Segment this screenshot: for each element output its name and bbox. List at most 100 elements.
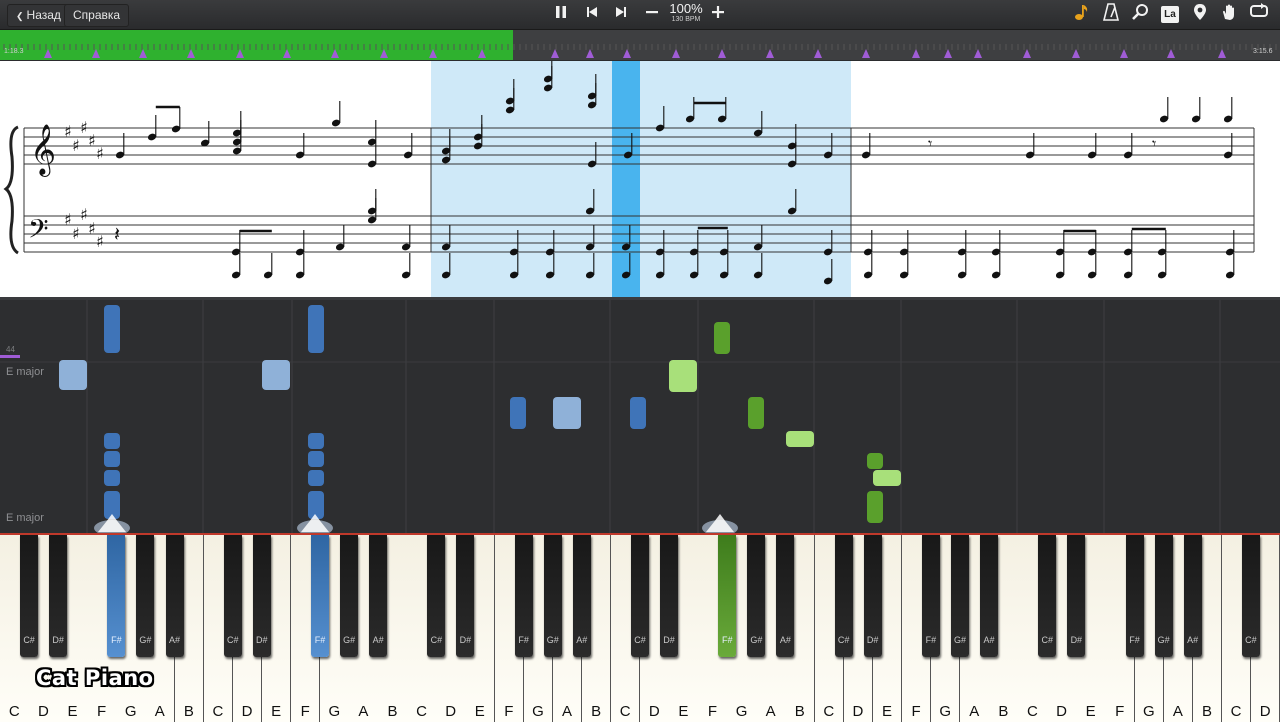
black-key[interactable]: D# bbox=[1067, 535, 1086, 657]
black-key[interactable]: C# bbox=[1038, 535, 1057, 657]
note-icon[interactable] bbox=[1070, 3, 1094, 26]
black-key[interactable]: F# bbox=[921, 535, 940, 657]
black-key-label: G# bbox=[750, 635, 763, 645]
marker-icon[interactable] bbox=[1188, 3, 1212, 26]
black-key-label: G# bbox=[546, 635, 559, 645]
white-key-label: E bbox=[678, 703, 689, 720]
black-key[interactable]: C# bbox=[1241, 535, 1260, 657]
white-key-label: E bbox=[881, 703, 892, 720]
falling-note bbox=[873, 470, 901, 486]
black-key[interactable]: A# bbox=[369, 535, 388, 657]
black-key[interactable]: F# bbox=[1125, 535, 1144, 657]
zoom-out-icon[interactable] bbox=[640, 3, 664, 26]
black-key-label: C# bbox=[226, 635, 239, 645]
white-key-label: C bbox=[416, 703, 427, 720]
black-key[interactable]: A# bbox=[776, 535, 795, 657]
white-key-label: C bbox=[619, 703, 631, 720]
back-button[interactable]: ❮ Назад bbox=[7, 4, 70, 27]
skip-forward-icon[interactable] bbox=[609, 3, 633, 26]
treble-clef-icon: 𝄞 bbox=[30, 124, 56, 177]
measure-number: 44 bbox=[6, 345, 15, 354]
white-key-label: E bbox=[271, 703, 282, 720]
falling-note bbox=[669, 360, 697, 392]
black-key[interactable]: G# bbox=[340, 535, 359, 657]
black-key-label: A# bbox=[576, 635, 588, 645]
black-key[interactable]: F# bbox=[718, 535, 737, 657]
black-key[interactable]: A# bbox=[1183, 535, 1202, 657]
black-key[interactable]: G# bbox=[1154, 535, 1173, 657]
white-key-label: G bbox=[328, 703, 341, 720]
black-key[interactable]: G# bbox=[543, 535, 562, 657]
white-key-label: A bbox=[1172, 703, 1183, 720]
black-key[interactable]: A# bbox=[980, 535, 999, 657]
falling-note bbox=[714, 322, 730, 354]
black-key[interactable]: C# bbox=[223, 535, 242, 657]
white-key-label: B bbox=[1201, 703, 1212, 720]
falling-note bbox=[104, 305, 120, 353]
black-key[interactable]: F# bbox=[310, 535, 329, 657]
sheet-music[interactable]: 𝄞 𝄢 ♯ ♯ ♯ ♯ ♯ ♯ ♯ ♯ ♯ ♯ 𝄽 𝄾 𝄾 bbox=[0, 57, 1280, 297]
zoom-value: 100% bbox=[669, 1, 703, 16]
black-key[interactable]: D# bbox=[456, 535, 475, 657]
magnifier-icon[interactable] bbox=[1128, 3, 1152, 26]
help-button[interactable]: Справка bbox=[64, 4, 130, 27]
black-key-label: C# bbox=[1245, 635, 1257, 645]
pause-icon[interactable] bbox=[549, 3, 573, 26]
black-key[interactable]: A# bbox=[165, 535, 184, 657]
white-key-label: C bbox=[1230, 703, 1242, 720]
falling-note bbox=[630, 397, 646, 429]
black-key-label: G# bbox=[1157, 635, 1170, 645]
skip-back-icon[interactable] bbox=[580, 3, 604, 26]
falling-note bbox=[553, 397, 581, 429]
black-key[interactable]: C# bbox=[427, 535, 446, 657]
falling-note bbox=[308, 470, 324, 486]
black-key[interactable]: D# bbox=[660, 535, 679, 657]
white-key-label: G bbox=[939, 703, 951, 720]
black-key[interactable]: F# bbox=[107, 535, 126, 657]
black-key-label: C# bbox=[634, 635, 646, 645]
white-key-label: B bbox=[591, 703, 602, 720]
piano-keyboard[interactable]: CDEFGABCDEFGABCDEFGABCDEFGABCDEFGABCDEFG… bbox=[0, 533, 1280, 722]
note-label-icon[interactable]: La bbox=[1158, 3, 1182, 26]
black-key-label: D# bbox=[256, 635, 268, 645]
metronome-icon[interactable] bbox=[1099, 3, 1123, 26]
white-key-label: B bbox=[998, 703, 1009, 720]
zoom-in-icon[interactable] bbox=[706, 3, 730, 26]
timeline-bar[interactable]: 1:18.3 3:15.6 bbox=[0, 30, 1280, 60]
black-key-label: F# bbox=[721, 635, 733, 645]
black-key-label: D# bbox=[866, 635, 879, 645]
key-label-bottom: E major bbox=[6, 512, 44, 524]
white-key-label: A bbox=[154, 703, 165, 720]
help-label: Справка bbox=[73, 8, 121, 22]
black-key[interactable]: C# bbox=[20, 535, 39, 657]
black-key[interactable]: D# bbox=[863, 535, 882, 657]
black-key[interactable]: G# bbox=[950, 535, 969, 657]
timeline-track[interactable] bbox=[0, 30, 1280, 60]
black-key[interactable]: D# bbox=[49, 535, 68, 657]
black-key[interactable]: F# bbox=[514, 535, 533, 657]
black-key-label: D# bbox=[52, 635, 64, 645]
white-key-label: A bbox=[358, 703, 369, 720]
brace bbox=[3, 125, 19, 255]
black-key[interactable]: G# bbox=[136, 535, 155, 657]
falling-note bbox=[104, 433, 120, 449]
loop-icon[interactable] bbox=[1247, 3, 1271, 26]
svg-text:♯: ♯ bbox=[96, 144, 104, 163]
svg-text:♯: ♯ bbox=[88, 219, 96, 238]
black-key-label: G# bbox=[953, 635, 966, 645]
black-key[interactable]: G# bbox=[747, 535, 766, 657]
black-key[interactable]: C# bbox=[630, 535, 649, 657]
white-key-label: D bbox=[852, 703, 864, 720]
black-key-label: A# bbox=[983, 635, 995, 645]
black-key-label: G# bbox=[343, 635, 356, 645]
black-key[interactable]: A# bbox=[572, 535, 591, 657]
hand-icon[interactable] bbox=[1217, 3, 1241, 26]
black-key-label: F# bbox=[111, 635, 122, 645]
falling-note bbox=[262, 360, 290, 390]
black-key[interactable]: D# bbox=[252, 535, 271, 657]
white-key-label: C bbox=[823, 703, 835, 720]
falling-note bbox=[748, 397, 764, 429]
playhead bbox=[612, 61, 640, 297]
white-key-label: F bbox=[96, 703, 107, 720]
black-key[interactable]: C# bbox=[834, 535, 853, 657]
